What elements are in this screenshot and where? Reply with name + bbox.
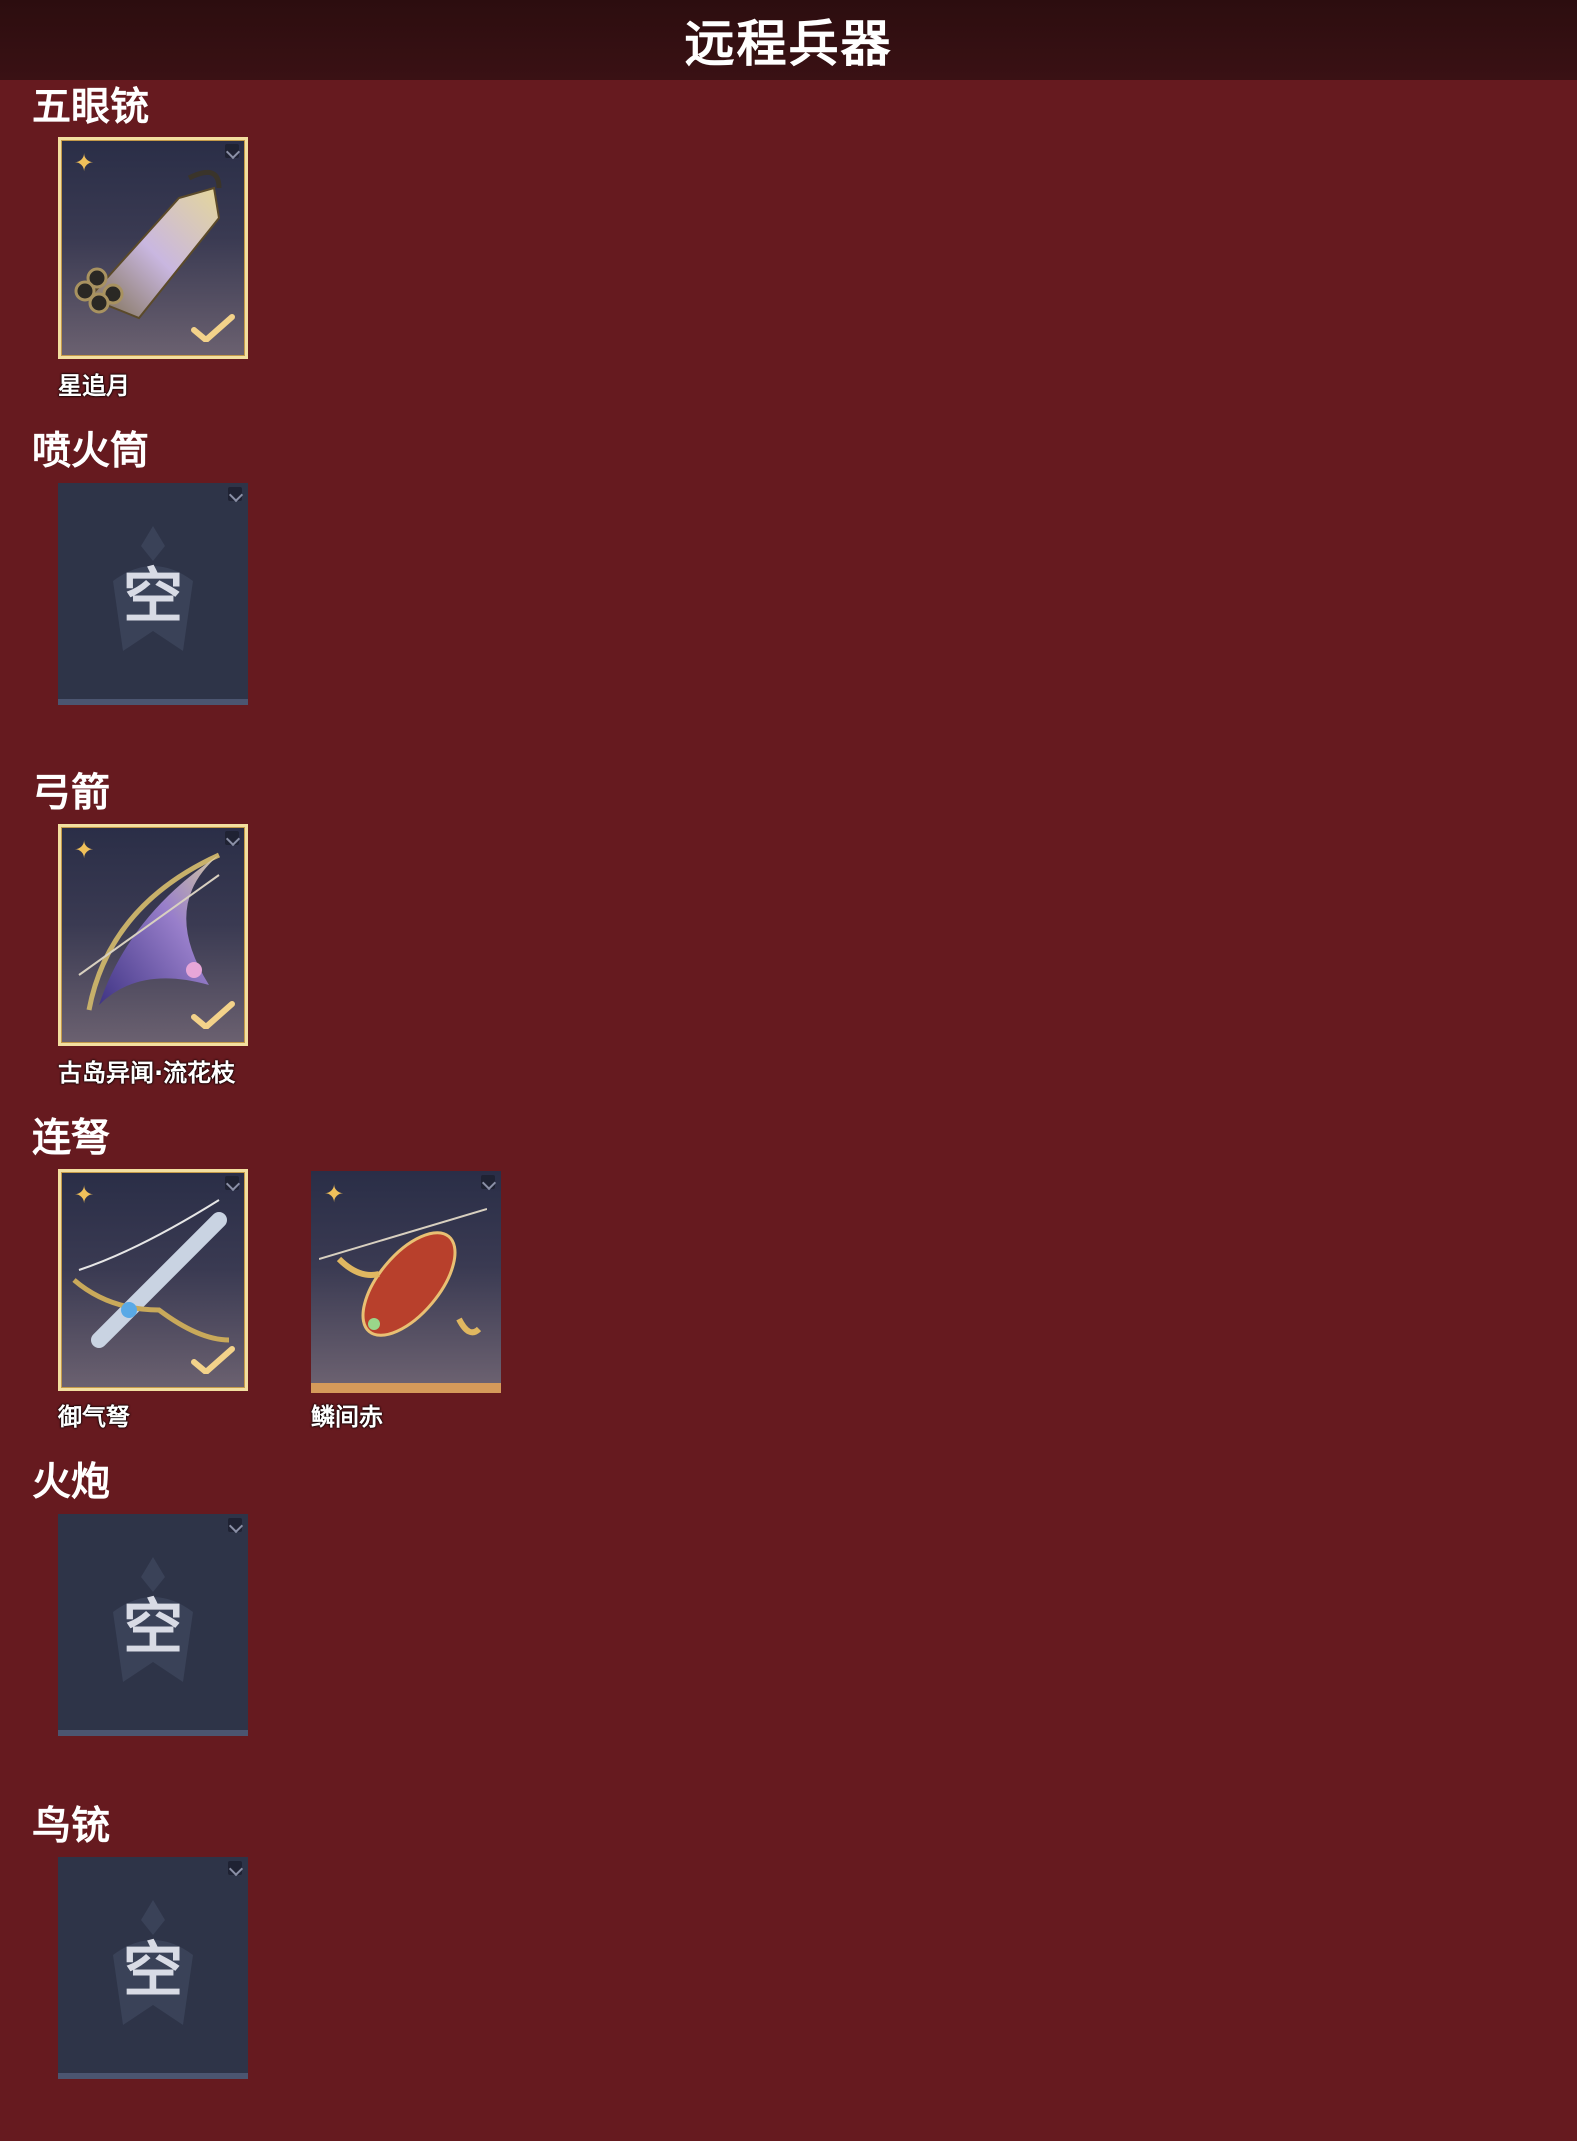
checkmark-icon <box>191 314 235 342</box>
weapon-image-bow <box>78 852 221 1011</box>
section-title-wuyanchong: 五眼铳 <box>32 85 150 130</box>
checkmark-icon <box>191 1346 235 1374</box>
weapon-slot-xingzhuiyue[interactable]: ✦ <box>58 137 248 359</box>
corner-tag-icon <box>225 1176 239 1190</box>
weapon-name: 古岛异闻·流花枝 <box>58 1059 236 1087</box>
weapon-slot-empty[interactable]: 空 <box>58 1857 248 2079</box>
empty-slot-label: 空 <box>123 561 183 632</box>
section-title-penhuotong: 喷火筒 <box>32 429 150 474</box>
section-title-niaochong: 鸟铳 <box>32 1804 111 1849</box>
weapon-slot-linjianchi[interactable]: ✦ <box>311 1171 501 1393</box>
weapon-slot-liuhuazhi[interactable]: ✦ <box>58 824 248 1046</box>
weapon-name: 鳞间赤 <box>311 1403 383 1431</box>
weapon-name: 星追月 <box>58 372 130 400</box>
weapon-slot-yuqinu[interactable]: ✦ <box>58 1169 248 1391</box>
page-title: 远程兵器 <box>684 15 893 73</box>
corner-tag-icon <box>481 1175 495 1189</box>
weapon-slot-empty[interactable]: 空 <box>58 1514 248 1736</box>
corner-tag-icon <box>225 831 239 845</box>
weapon-image-fish-crossbow <box>319 1208 487 1337</box>
section-title-gongjian: 弓箭 <box>32 771 111 816</box>
weapon-slot-empty[interactable]: 空 <box>58 483 248 705</box>
weapon-image-gun <box>74 169 222 320</box>
page-header: 远程兵器 <box>0 0 1577 80</box>
section-title-huopao: 火炮 <box>32 1460 111 1505</box>
weapon-image-crossbow <box>72 1199 230 1348</box>
weapon-name: 御气弩 <box>58 1403 130 1431</box>
empty-slot-label: 空 <box>123 1592 183 1663</box>
section-title-liannu: 连弩 <box>32 1116 111 1161</box>
empty-slot-label: 空 <box>123 1935 183 2006</box>
checkmark-icon <box>191 1001 235 1029</box>
corner-tag-icon <box>225 144 239 158</box>
